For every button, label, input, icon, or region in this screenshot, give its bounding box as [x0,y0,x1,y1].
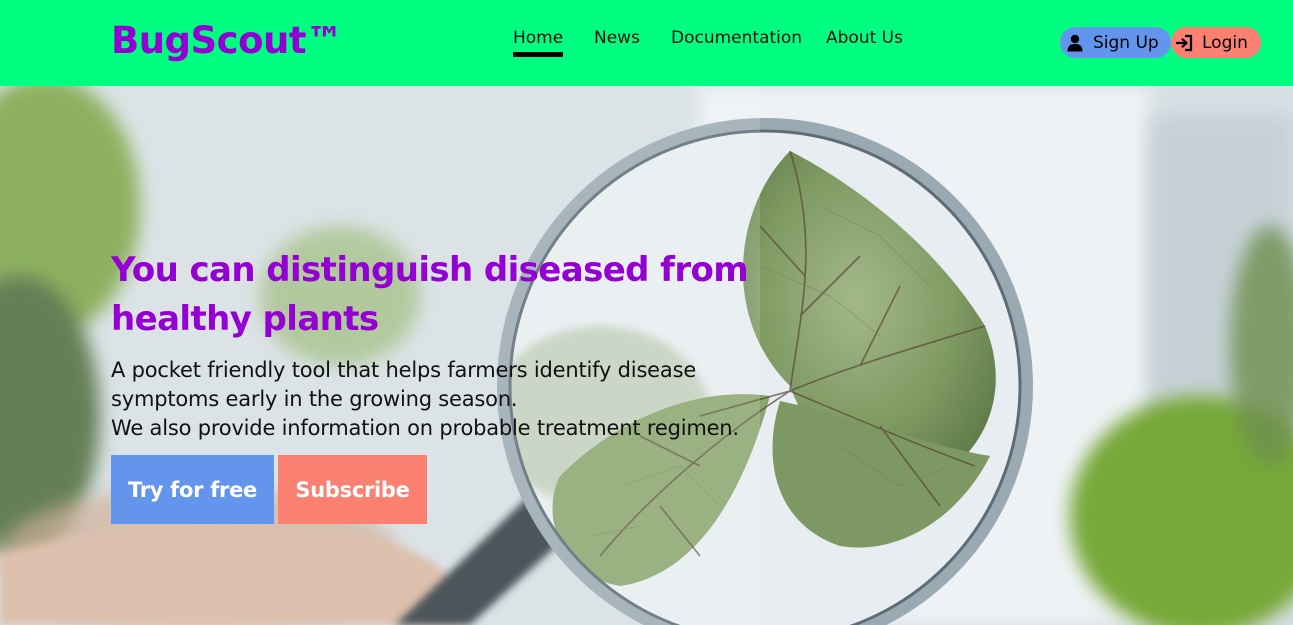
nav-item-news[interactable]: News [594,27,640,49]
login-button[interactable]: Login [1171,27,1261,58]
top-header: BugScout™ Home News Documentation About … [0,0,1293,86]
hero-section: You can distinguish diseased from health… [0,86,1293,625]
hero-description-line: symptoms early in the growing season. [111,387,518,411]
hero-description: A pocket friendly tool that helps farmer… [111,356,791,443]
login-label: Login [1202,32,1248,53]
user-icon [1065,33,1085,53]
nav-item-documentation[interactable]: Documentation [671,27,802,49]
nav-item-home[interactable]: Home [513,27,564,57]
login-arrow-icon [1174,33,1194,53]
nav-item-about-us[interactable]: About Us [826,27,903,49]
sign-up-button[interactable]: Sign Up [1060,27,1171,58]
subscribe-button[interactable]: Subscribe [278,455,427,524]
hero-description-line: A pocket friendly tool that helps farmer… [111,358,697,382]
hero-description-line: We also provide information on probable … [111,416,739,440]
hero-title: You can distinguish diseased from health… [111,250,749,339]
brand-logo[interactable]: BugScout™ [111,18,343,64]
sign-up-label: Sign Up [1093,32,1159,53]
try-for-free-button[interactable]: Try for free [111,455,274,524]
